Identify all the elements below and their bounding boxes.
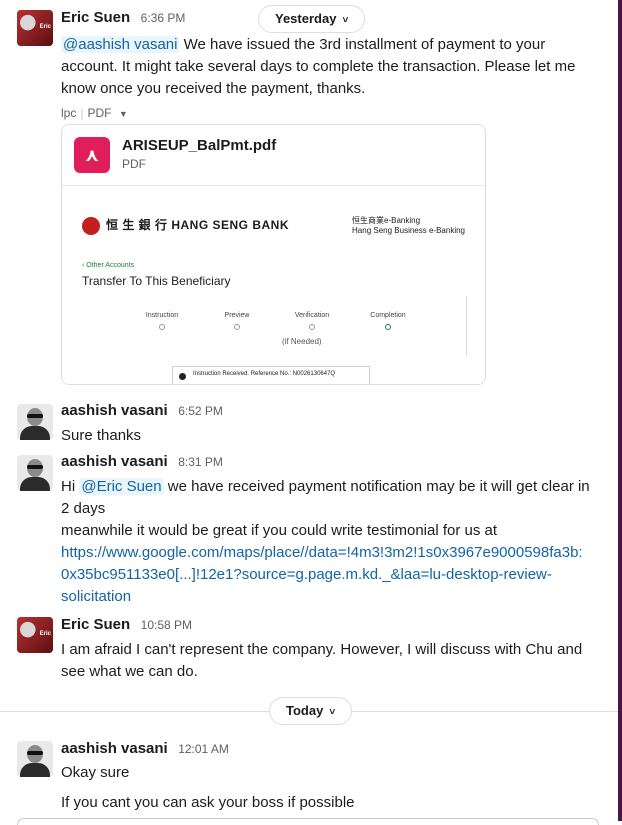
avatar[interactable]: Eric: [17, 617, 53, 653]
author-name[interactable]: Eric Suen: [61, 616, 130, 633]
pdf-icon: ⋏: [74, 137, 110, 173]
chevron-down-icon: ˅: [342, 15, 349, 26]
date-divider-yesterday[interactable]: Yesterday ˅: [258, 5, 366, 33]
author-name[interactable]: Eric Suen: [61, 9, 130, 26]
bank-mark-icon: [82, 216, 100, 235]
step-instruction: Instruction: [132, 312, 192, 330]
caret-down-icon[interactable]: ▼: [119, 109, 128, 119]
divider: [466, 296, 467, 356]
other-accounts-link: ‹ Other Accounts: [82, 262, 135, 269]
avatar[interactable]: [17, 741, 53, 777]
step-completion: Completion: [358, 312, 418, 330]
file-preview[interactable]: 恒 生 銀 行 HANG SENG BANK 恒生商業e-Banking Han…: [62, 185, 485, 384]
message-text: I am afraid I can't represent the compan…: [61, 641, 583, 680]
transfer-title: Transfer To This Beneficiary: [82, 274, 231, 288]
message-link[interactable]: https://www.google.com/maps/place//data=…: [61, 542, 597, 608]
timestamp[interactable]: 12:01 AM: [178, 742, 229, 756]
file-name[interactable]: ARISEUP_BalPmt.pdf: [122, 137, 276, 154]
timestamp[interactable]: 6:36 PM: [141, 11, 186, 25]
step-verification: Verification: [282, 312, 342, 330]
message-text: Sure thanks: [61, 427, 142, 444]
file-type: PDF: [122, 157, 146, 171]
timestamp[interactable]: 10:58 PM: [141, 618, 192, 632]
timestamp[interactable]: 8:31 PM: [178, 455, 223, 469]
avatar[interactable]: [17, 404, 53, 440]
message-text: If you cant you can ask your boss if pos…: [61, 794, 355, 811]
if-needed-label: (if Needed): [282, 337, 322, 346]
date-divider-today[interactable]: Today ˅: [269, 697, 353, 725]
message-text: Hi @Eric Suen we have received payment n…: [61, 478, 590, 517]
mention[interactable]: @aashish vasani: [61, 36, 180, 53]
mention[interactable]: @Eric Suen: [79, 478, 164, 495]
author-name[interactable]: aashish vasani: [61, 453, 168, 470]
check-icon: [179, 373, 186, 380]
timestamp[interactable]: 6:52 PM: [178, 404, 223, 418]
ebanking-label: 恒生商業e-Banking Hang Seng Business e-Banki…: [352, 216, 465, 235]
message-text-line: meanwhile it would be great if you could…: [61, 522, 498, 539]
instruction-notice: Instruction Received. Reference No.: N00…: [172, 366, 370, 384]
message-text: @aashish vasani We have issued the 3rd i…: [61, 36, 576, 97]
chevron-down-icon: ˅: [329, 707, 336, 718]
window-edge: [618, 0, 622, 821]
step-preview: Preview: [207, 312, 267, 330]
avatar[interactable]: Eric: [17, 10, 53, 46]
author-name[interactable]: aashish vasani: [61, 402, 168, 419]
avatar[interactable]: [17, 455, 53, 491]
message-composer[interactable]: [17, 818, 599, 825]
file-attachment[interactable]: ⋏ ARISEUP_BalPmt.pdf PDF 恒 生 銀 行 HANG SE…: [61, 124, 486, 385]
author-name[interactable]: aashish vasani: [61, 740, 168, 757]
message-text: Okay sure: [61, 764, 130, 781]
bank-logo: 恒 生 銀 行 HANG SENG BANK: [82, 216, 289, 235]
file-meta: lpc | PDF ▼: [61, 106, 128, 120]
